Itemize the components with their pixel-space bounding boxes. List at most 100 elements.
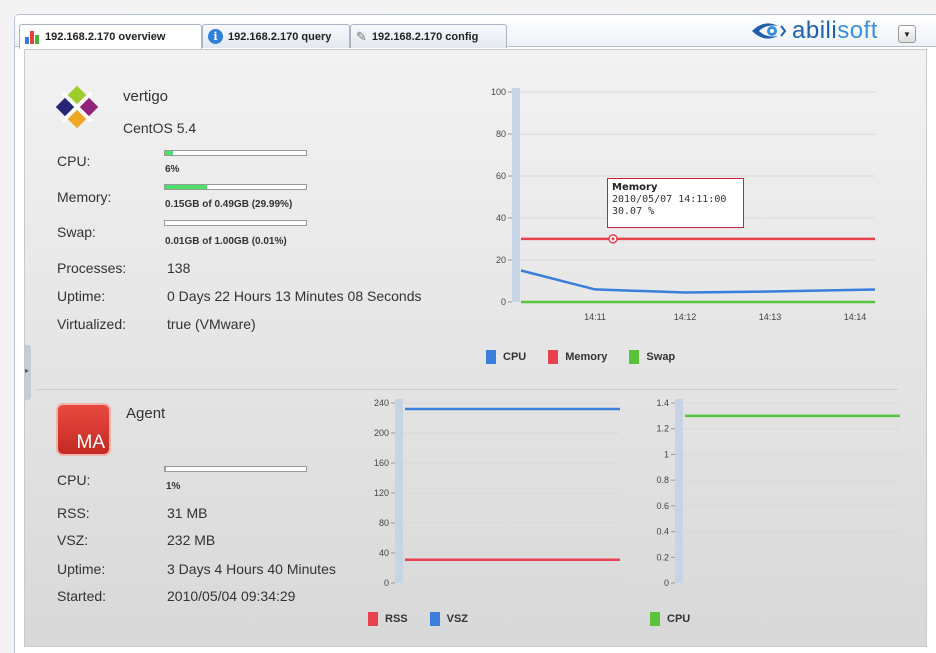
y-tick-label: 1.2	[656, 424, 669, 434]
y-axis-band	[675, 399, 683, 583]
y-tick-label: 60	[496, 171, 506, 181]
series-line-cpu	[520, 269, 875, 294]
y-tick-label: 20	[496, 255, 506, 265]
host-swap-label: Swap:	[57, 224, 96, 240]
agent-name: Agent	[126, 405, 166, 422]
tab-overview[interactable]: 192.168.2.170 overview	[19, 24, 202, 49]
y-axis-band	[395, 399, 403, 583]
x-tick-label: 14:13	[759, 312, 782, 322]
agent-cpu-value: 1%	[166, 481, 181, 492]
agent-cpu-label: CPU:	[57, 472, 91, 488]
y-tick-label: 1	[664, 449, 669, 459]
legend-swatch-swap	[629, 350, 640, 364]
host-uptime-value: 0 Days 22 Hours 13 Minutes 08 Seconds	[167, 288, 422, 304]
host-name: vertigo	[123, 88, 169, 105]
host-memory-value: 0.15GB of 0.49GB (29.99%)	[165, 199, 293, 210]
host-swap-bar	[164, 220, 307, 226]
host-cpu-value: 6%	[165, 164, 180, 175]
agent-logo-text: MA	[76, 432, 106, 453]
legend-item-rss[interactable]: RSS	[368, 612, 408, 626]
menu-dropdown-button[interactable]: ▼	[898, 25, 916, 43]
y-tick-label: 0.2	[656, 552, 669, 562]
host-os: CentOS 5.4	[123, 120, 197, 136]
x-tick-label: 14:14	[844, 312, 867, 322]
sidebar-expand-handle[interactable]	[25, 345, 31, 400]
tab-query[interactable]: i 192.168.2.170 query	[202, 24, 350, 48]
legend-label-vsz: VSZ	[446, 613, 469, 625]
agent-started-value: 2010/05/04 09:34:29	[167, 588, 296, 604]
host-cpu-label: CPU:	[57, 153, 91, 169]
wrench-icon: ✎	[356, 28, 367, 44]
agent-cpu-chart-legend: CPU	[650, 612, 690, 626]
host-virtualized-label: Virtualized:	[57, 316, 127, 332]
tab-config-label: 192.168.2.170 config	[371, 30, 479, 43]
host-cpu-bar	[164, 150, 307, 156]
host-uptime-label: Uptime:	[57, 288, 106, 304]
legend-swatch-vsz	[429, 612, 440, 626]
y-axis-band	[512, 88, 520, 302]
tooltip-value: 30.07 %	[612, 206, 655, 217]
agent-rss-label: RSS:	[57, 505, 90, 521]
y-tick-label: 240	[374, 398, 389, 408]
legend-item-agent-cpu[interactable]: CPU	[650, 612, 690, 626]
agent-rss-value: 31 MB	[167, 505, 208, 521]
agent-logo-icon: MA	[56, 403, 111, 456]
legend-item-memory[interactable]: Memory	[548, 350, 607, 364]
agent-started-label: Started:	[57, 588, 107, 604]
legend-swatch-cpu	[486, 350, 496, 364]
logo-text: abilisoft	[792, 17, 878, 45]
y-tick-label: 40	[379, 548, 389, 558]
host-chart-legend: CPU Memory Swap	[486, 350, 675, 364]
legend-swatch-agent-cpu	[650, 612, 660, 626]
legend-swatch-memory	[548, 350, 559, 364]
agent-vsz-value: 232 MB	[167, 532, 216, 548]
y-tick-label: 80	[496, 129, 506, 139]
overview-panel: vertigo CentOS 5.4 CPU: 6% Memory: 0.15G…	[24, 49, 927, 647]
legend-item-vsz[interactable]: VSZ	[429, 612, 469, 626]
tab-query-label: 192.168.2.170 query	[228, 30, 332, 43]
abilisoft-logo: abilisoft	[750, 17, 878, 45]
agent-uptime-label: Uptime:	[57, 561, 106, 577]
y-tick-label: 0.4	[656, 527, 669, 537]
agent-cpu-bar	[164, 466, 307, 472]
legend-label-agent-cpu: CPU	[667, 613, 691, 625]
host-processes-value: 138	[167, 260, 191, 276]
host-swap-value: 0.01GB of 1.00GB (0.01%)	[165, 236, 287, 247]
host-processes-label: Processes:	[57, 260, 127, 276]
y-tick-label: 0.6	[656, 501, 669, 511]
tab-config[interactable]: ✎ 192.168.2.170 config	[350, 24, 507, 48]
legend-label-memory: Memory	[565, 351, 608, 363]
centos-logo-icon	[55, 85, 99, 129]
info-icon: i	[208, 29, 223, 44]
memory-tooltip: Memory 2010/05/07 14:11:00 30.07 %	[607, 178, 744, 228]
app-window: 192.168.2.170 overview i 192.168.2.170 q…	[14, 14, 936, 653]
legend-label-rss: RSS	[385, 613, 408, 625]
y-tick-label: 120	[374, 488, 389, 498]
host-virtualized-value: true (VMware)	[167, 316, 256, 332]
logo-prefix: abili	[792, 17, 838, 44]
y-tick-label: 100	[491, 87, 506, 97]
x-tick-label: 14:12	[674, 312, 697, 322]
agent-vsz-label: VSZ:	[57, 532, 89, 548]
agent-memory-chart-legend: RSS VSZ	[368, 612, 468, 626]
eye-logo-icon	[752, 23, 786, 39]
tooltip-title: Memory	[612, 182, 658, 193]
agent-uptime-value: 3 Days 4 Hours 40 Minutes	[167, 561, 336, 577]
legend-label-cpu: CPU	[503, 351, 527, 363]
host-memory-bar	[164, 184, 307, 190]
legend-label-swap: Swap	[646, 351, 676, 363]
y-tick-label: 40	[496, 213, 506, 223]
legend-swatch-rss	[368, 612, 378, 626]
memory-hover-dot	[611, 237, 615, 241]
legend-item-swap[interactable]: Swap	[629, 350, 675, 364]
y-tick-label: 200	[374, 428, 389, 438]
legend-item-cpu[interactable]: CPU	[486, 350, 526, 364]
y-tick-label: 1.4	[656, 398, 669, 408]
host-cpu-bar-fill	[165, 151, 174, 155]
agent-cpu-bar-fill	[165, 467, 167, 471]
host-memory-bar-fill	[165, 185, 208, 189]
tab-overview-label: 192.168.2.170 overview	[45, 31, 166, 43]
host-memory-label: Memory:	[57, 189, 112, 205]
y-tick-label: 160	[374, 458, 389, 468]
tooltip-time: 2010/05/07 14:11:00	[612, 194, 727, 205]
